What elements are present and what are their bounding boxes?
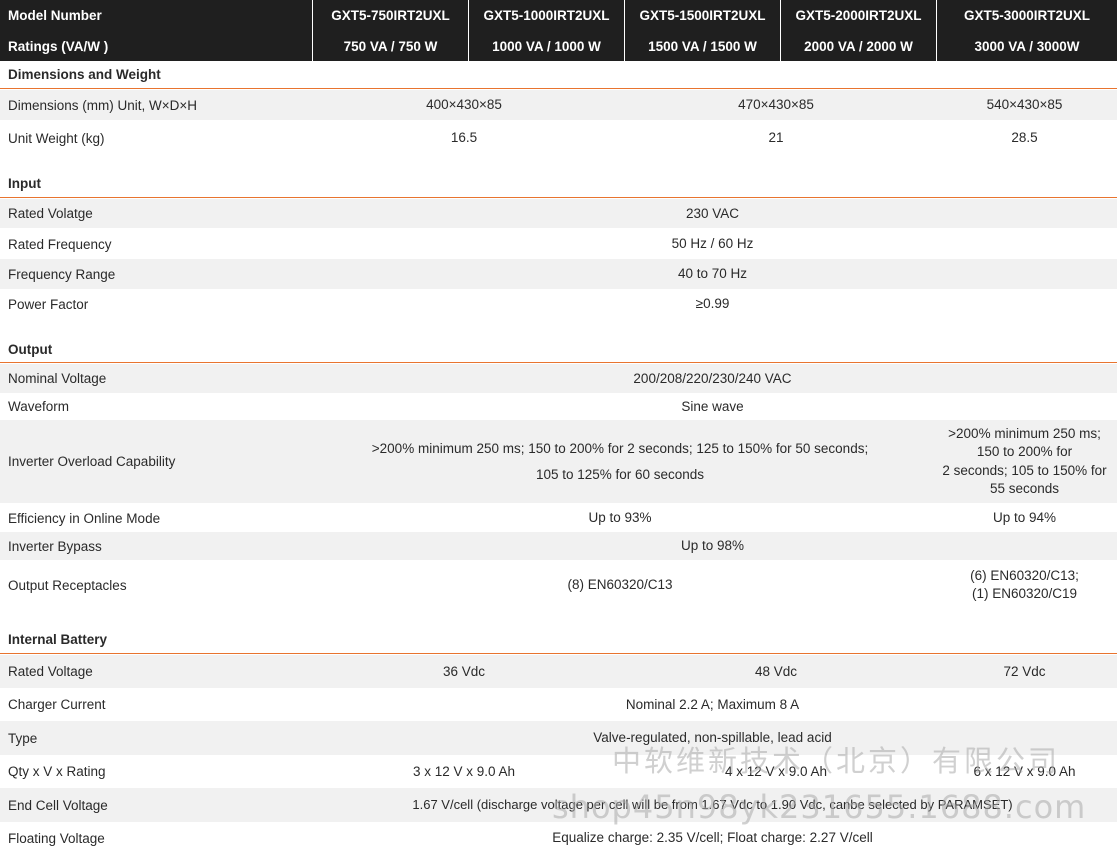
battery-qty-label: Qty x V x Rating: [8, 764, 106, 779]
charger-current-row: Charger Current Nominal 2.2 A; Maximum 8…: [0, 688, 1117, 721]
battery-type-row: Type Valve-regulated, non-spillable, lea…: [0, 721, 1117, 755]
ratings-row: Ratings (VA/W ) 750 VA / 750 W 1000 VA /…: [0, 31, 1117, 61]
model-3000: GXT5-3000IRT2UXL: [936, 0, 1117, 31]
waveform-label: Waveform: [8, 399, 70, 414]
model-2000: GXT5-2000IRT2UXL: [780, 0, 936, 31]
overload-3000-line3: 2 seconds; 105 to 150% for: [942, 462, 1107, 478]
battery-qty-1500-2000: 4 x 12 V x 9.0 Ah: [724, 763, 828, 779]
battery-qty-3000: 6 x 12 V x 9.0 Ah: [973, 763, 1076, 779]
dimensions-value-750-1000: 400×430×85: [426, 97, 502, 112]
weight-label: Unit Weight (kg): [8, 130, 105, 146]
battery-rated-voltage-3000: 72 Vdc: [1003, 663, 1046, 679]
efficiency-value-3000: Up to 94%: [992, 510, 1057, 525]
bypass-value: Up to 98%: [680, 538, 745, 553]
model-number-row: Model Number GXT5-750IRT2UXL GXT5-1000IR…: [0, 0, 1117, 32]
battery-rated-voltage-row: Rated Voltage 36 Vdc 48 Vdc 72 Vdc: [0, 655, 1117, 688]
bypass-label: Inverter Bypass: [8, 538, 102, 554]
overload-row: Inverter Overload Capability >200% minim…: [0, 420, 1117, 503]
dimensions-row: Dimensions (mm) Unit, W×D×H 400×430×85 4…: [0, 90, 1117, 120]
waveform-value: Sine wave: [681, 398, 744, 414]
input-value: 50 Hz / 60 Hz: [671, 236, 754, 251]
nominal-voltage-row: Nominal Voltage 200/208/220/230/240 VAC: [0, 364, 1117, 393]
input-row-frequency-range: Frequency Range 40 to 70 Hz: [0, 259, 1117, 289]
input-label: Rated Volatge: [8, 206, 93, 221]
rating-1500: 1500 VA / 1500 W: [624, 31, 780, 61]
overload-3000-line1: >200% minimum 250 ms;: [948, 425, 1101, 441]
battery-rated-voltage-label: Rated Voltage: [8, 664, 93, 679]
nominal-voltage-value: 200/208/220/230/240 VAC: [633, 370, 792, 386]
receptacles-3000-line1: (6) EN60320/C13;: [970, 568, 1079, 583]
overload-main-line1: >200% minimum 250 ms; 150 to 200% for 2 …: [371, 440, 869, 456]
weight-row: Unit Weight (kg) 16.5 21 28.5: [0, 122, 1117, 154]
dimensions-value-1500-2000: 470×430×85: [738, 97, 814, 112]
input-value: 230 VAC: [685, 205, 740, 221]
model-number-label: Model Number: [8, 8, 102, 23]
battery-rated-voltage-750-1000: 36 Vdc: [442, 663, 486, 679]
overload-3000-line4: 55 seconds: [989, 481, 1060, 496]
receptacles-label: Output Receptacles: [8, 577, 127, 593]
efficiency-row: Efficiency in Online Mode Up to 93% Up t…: [0, 504, 1117, 532]
section-dimensions: Dimensions and Weight: [0, 61, 1117, 89]
weight-value-1500-2000: 21: [768, 130, 784, 145]
input-label: Frequency Range: [8, 266, 116, 282]
model-750: GXT5-750IRT2UXL: [312, 0, 468, 31]
ratings-label: Ratings (VA/W ): [8, 38, 109, 54]
efficiency-label: Efficiency in Online Mode: [8, 510, 161, 526]
input-value: 40 to 70 Hz: [677, 266, 748, 281]
dimensions-value-3000: 540×430×85: [986, 97, 1063, 112]
end-cell-voltage-row: End Cell Voltage 1.67 V/cell (discharge …: [0, 788, 1117, 822]
receptacles-3000-line2: (1) EN60320/C19: [971, 586, 1078, 601]
rating-750: 750 VA / 750 W: [312, 31, 468, 61]
receptacles-value-3000: (6) EN60320/C13; (1) EN60320/C19: [932, 567, 1117, 603]
input-row-rated-voltage: Rated Volatge 230 VAC: [0, 199, 1117, 228]
overload-label: Inverter Overload Capability: [8, 454, 176, 469]
battery-rated-voltage-1500-2000: 48 Vdc: [754, 663, 798, 679]
input-label: Rated Frequency: [8, 236, 112, 252]
receptacles-value-main: (8) EN60320/C13: [567, 577, 673, 592]
section-internal-battery: Internal Battery: [0, 626, 1117, 654]
input-value: ≥0.99: [695, 296, 730, 311]
rating-3000: 3000 VA / 3000W: [936, 31, 1117, 61]
efficiency-value-main: Up to 93%: [588, 510, 652, 525]
overload-value-3000: >200% minimum 250 ms; 150 to 200% for 2 …: [932, 425, 1117, 499]
model-1500: GXT5-1500IRT2UXL: [624, 0, 780, 31]
model-1000: GXT5-1000IRT2UXL: [468, 0, 624, 31]
nominal-voltage-label: Nominal Voltage: [8, 371, 107, 386]
bypass-row: Inverter Bypass Up to 98%: [0, 532, 1117, 560]
input-label: Power Factor: [8, 296, 89, 312]
rating-1000: 1000 VA / 1000 W: [468, 31, 624, 61]
overload-main-line2: 105 to 125% for 60 seconds: [535, 466, 705, 482]
end-cell-voltage-label: End Cell Voltage: [8, 797, 108, 813]
receptacles-row: Output Receptacles (8) EN60320/C13 (6) E…: [0, 560, 1117, 610]
battery-qty-750-1000: 3 x 12 V x 9.0 Ah: [412, 763, 516, 779]
floating-voltage-value: Equalize charge: 2.35 V/cell; Float char…: [552, 830, 873, 845]
section-input: Input: [0, 170, 1117, 198]
charger-current-value: Nominal 2.2 A; Maximum 8 A: [625, 696, 800, 712]
floating-voltage-row: Floating Voltage Equalize charge: 2.35 V…: [0, 822, 1117, 854]
charger-current-label: Charger Current: [8, 697, 106, 712]
battery-type-value: Valve-regulated, non-spillable, lead aci…: [593, 730, 832, 745]
end-cell-voltage-value: 1.67 V/cell (discharge voltage per cell …: [412, 797, 1013, 812]
input-row-rated-frequency: Rated Frequency 50 Hz / 60 Hz: [0, 229, 1117, 259]
section-output: Output: [0, 336, 1117, 363]
dimensions-label: Dimensions (mm) Unit, W×D×H: [8, 97, 198, 113]
floating-voltage-label: Floating Voltage: [8, 830, 105, 846]
overload-value-main: >200% minimum 250 ms; 150 to 200% for 2 …: [308, 436, 932, 488]
battery-qty-row: Qty x V x Rating 3 x 12 V x 9.0 Ah 4 x 1…: [0, 755, 1117, 788]
rating-2000: 2000 VA / 2000 W: [780, 31, 936, 61]
weight-value-3000: 28.5: [1011, 130, 1038, 145]
input-row-power-factor: Power Factor ≥0.99: [0, 289, 1117, 319]
waveform-row: Waveform Sine wave: [0, 393, 1117, 420]
battery-type-label: Type: [8, 730, 38, 746]
overload-3000-line2: 150 to 200% for: [976, 444, 1073, 459]
weight-value-750-1000: 16.5: [450, 130, 478, 145]
